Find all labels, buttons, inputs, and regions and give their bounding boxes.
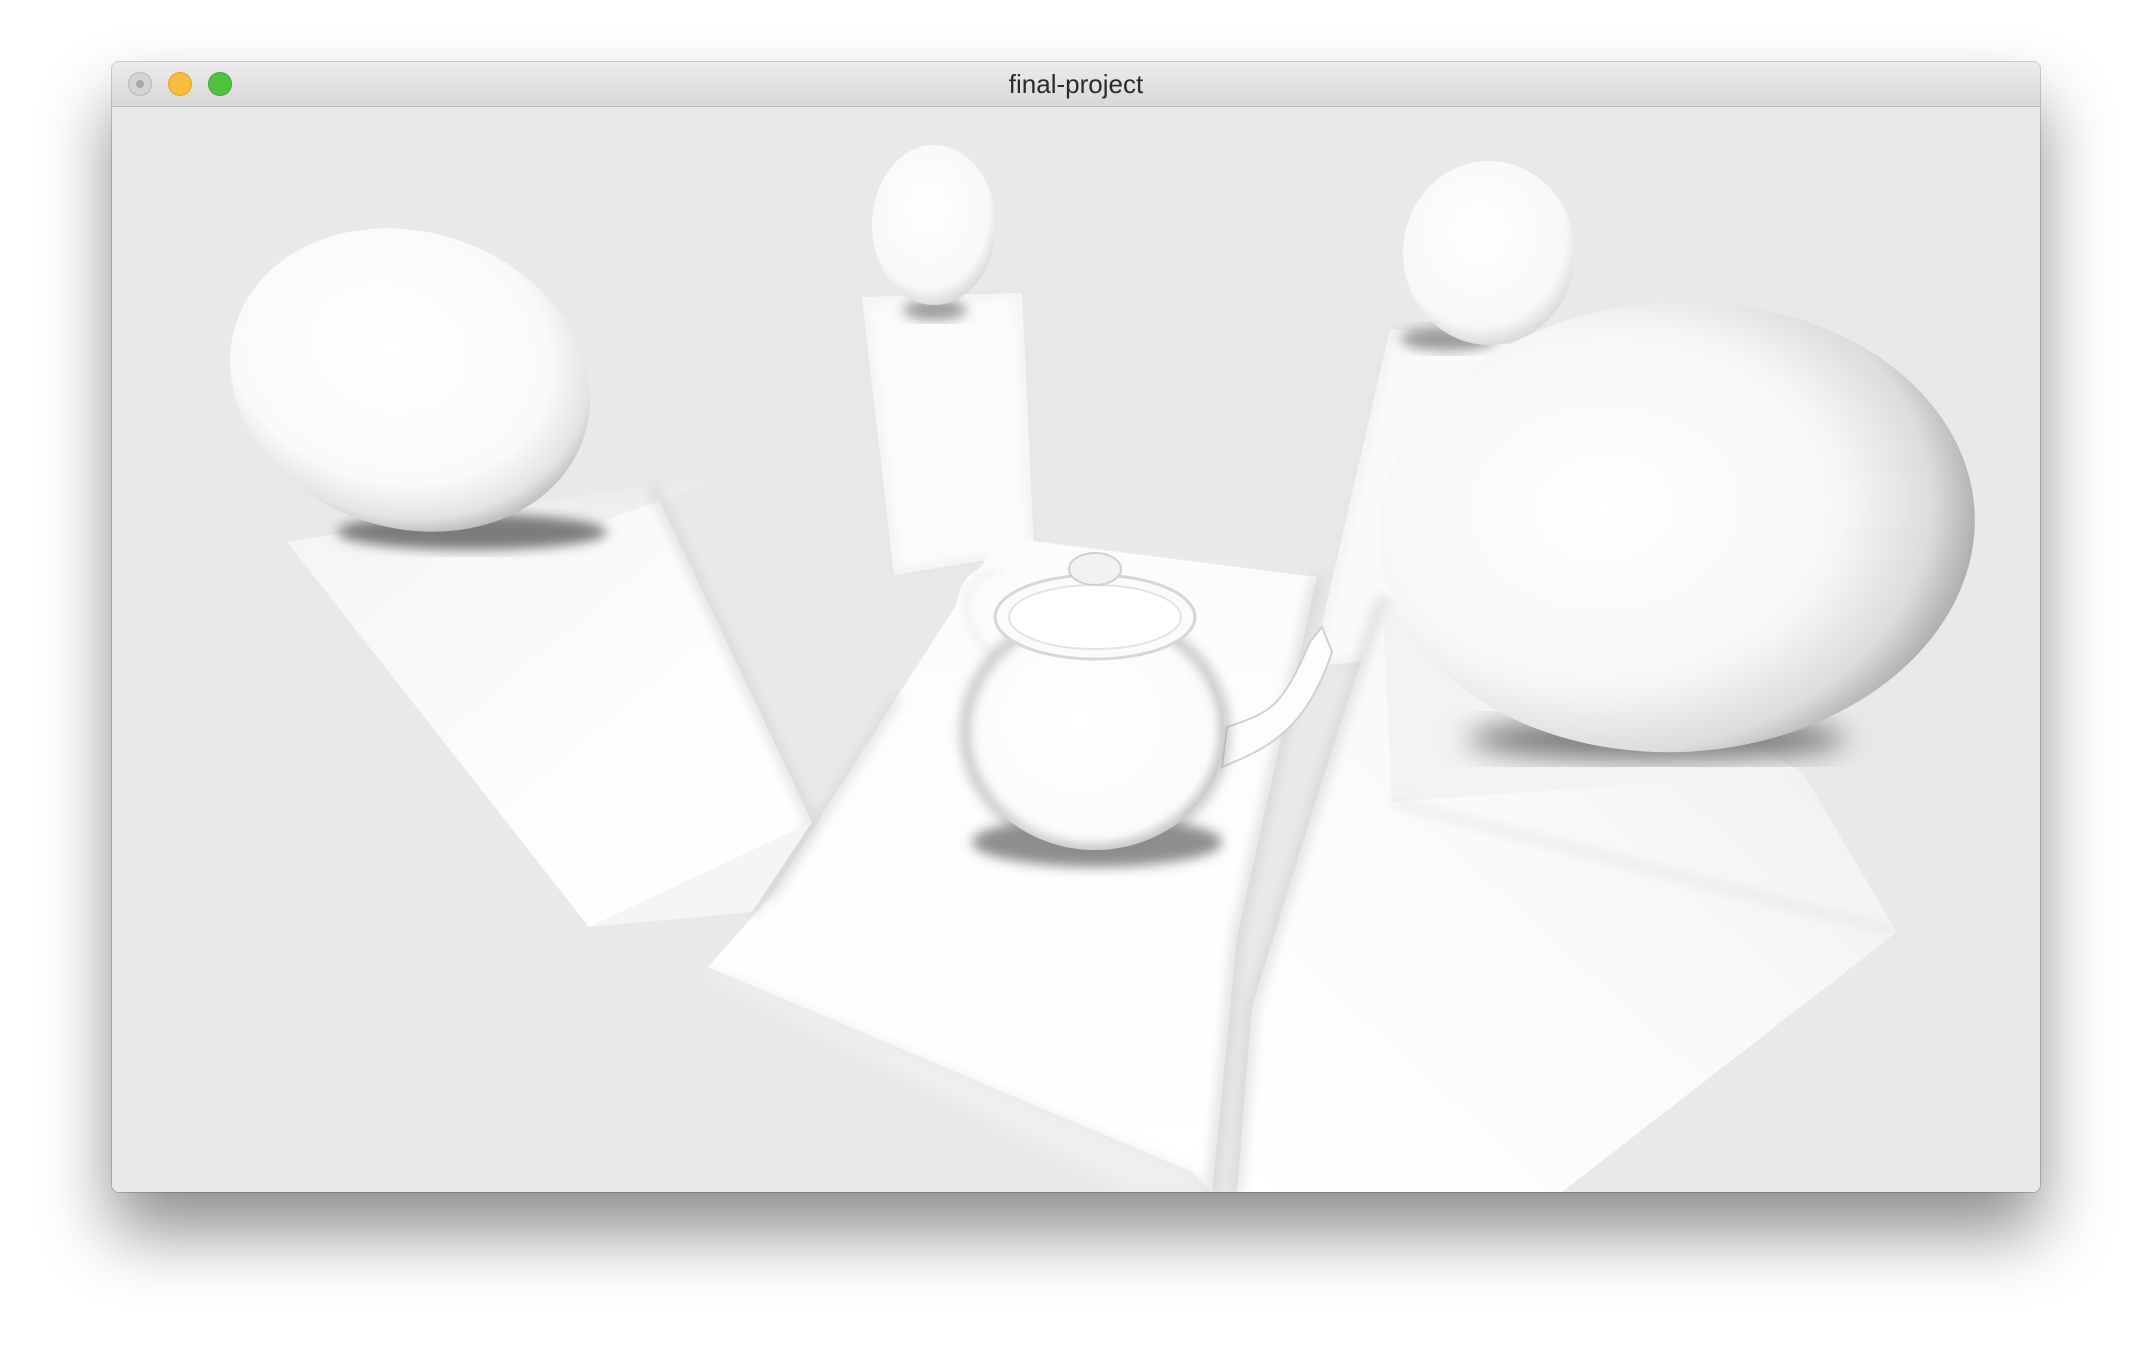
app-window: final-project (112, 62, 2040, 1192)
left-pedestal (287, 482, 815, 927)
title-bar[interactable]: final-project (112, 62, 2040, 107)
render-viewport[interactable] (112, 107, 2040, 1192)
back-right-sphere (1400, 161, 1575, 351)
scene-canvas (230, 145, 1975, 1192)
back-left-pedestal (860, 291, 1036, 577)
window-title: final-project (1008, 69, 1144, 99)
